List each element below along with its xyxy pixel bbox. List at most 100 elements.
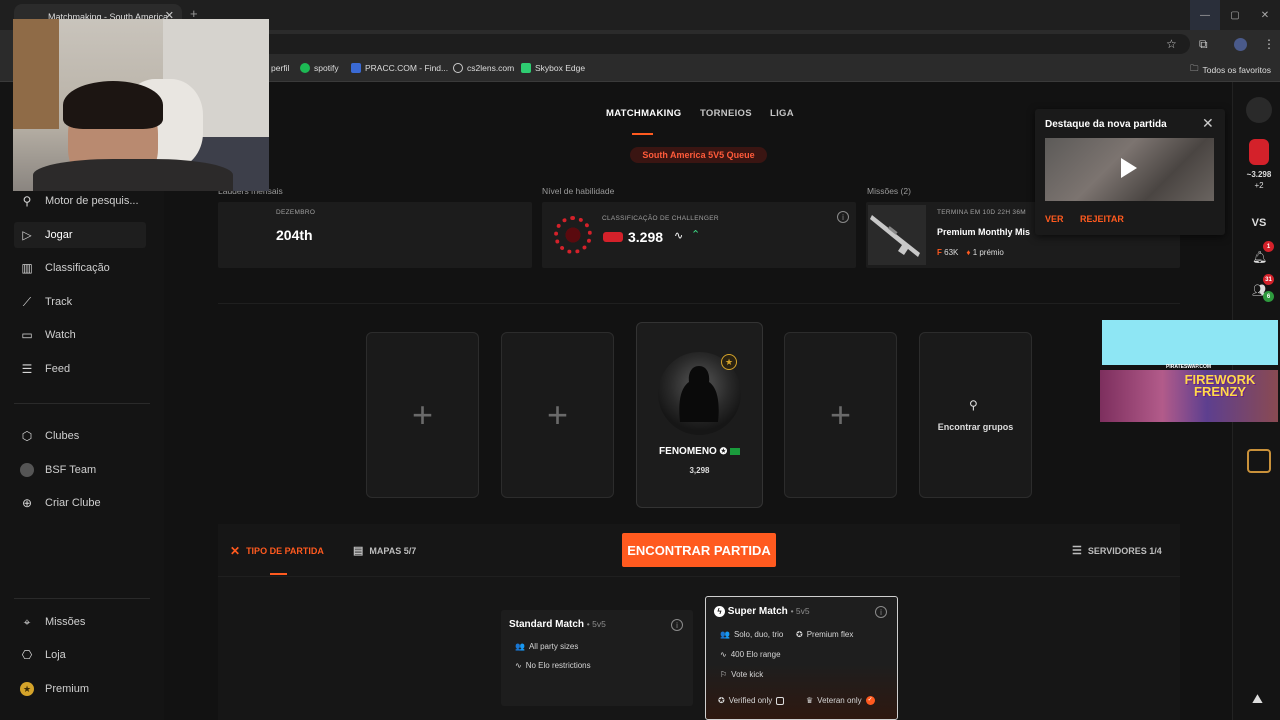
mission-ends: TERMINA EM 10D 22H 36M xyxy=(937,209,1026,216)
ad-banner[interactable] xyxy=(1102,320,1278,365)
bookmark-cs2lens[interactable]: cs2lens.com xyxy=(453,63,514,73)
bookmark-star-icon[interactable]: ☆ xyxy=(1166,37,1177,51)
skill-info-icon[interactable]: i xyxy=(837,211,849,223)
feed-icon: ☰ xyxy=(21,362,33,376)
ad-title: FIREWORK FRENZY xyxy=(1184,372,1256,399)
elo-up-icon: ⌃ xyxy=(691,229,701,241)
verified-only-toggle[interactable]: ✪ Verified only xyxy=(718,696,785,705)
tipo-tab-indicator xyxy=(270,573,287,575)
standard-match-title: Standard Match • 5v5 xyxy=(509,619,606,630)
party-slot-empty[interactable]: + xyxy=(501,332,614,498)
tab-mapas[interactable]: ▤ MAPAS 5/7 xyxy=(353,544,416,557)
skill-subtitle: CLASSIFICAÇÃO DE CHALLENGER xyxy=(602,215,719,222)
highlight-reject-button[interactable]: REJEITAR xyxy=(1080,214,1124,224)
clubs-icon: ⬡ xyxy=(21,429,33,443)
map-icon: ▤ xyxy=(353,545,364,557)
sidebar-item-missoes[interactable]: ⌖ Missões xyxy=(14,609,146,635)
party-slot-empty[interactable]: + xyxy=(366,332,479,498)
rail-elo: ~3.298 xyxy=(1246,170,1272,179)
address-input[interactable] xyxy=(232,34,1190,54)
sidebar-item-jogar[interactable]: ▷ Jogar xyxy=(14,222,146,248)
sidebar-item-classificacao[interactable]: ▥ Classificação xyxy=(14,255,146,281)
check-icon[interactable]: ✓ xyxy=(865,696,875,705)
veteran-only-toggle[interactable]: ♛ Veteran only ✓ xyxy=(806,696,875,705)
sidebar-divider xyxy=(14,598,150,599)
minimize-button[interactable]: — xyxy=(1190,0,1220,30)
highlight-view-button[interactable]: VER xyxy=(1045,214,1064,224)
sidebar-item-criar-clube[interactable]: ⊕ Criar Clube xyxy=(14,490,146,516)
close-icon[interactable]: ✕ xyxy=(1202,115,1214,132)
search-icon: ⚲ xyxy=(969,398,978,412)
all-favorites[interactable]: 🗀 Todos os favoritos xyxy=(1190,63,1271,77)
lightning-icon: ϟ xyxy=(714,606,725,617)
super-match-card[interactable]: ϟ Super Match • 5v5 i 👥 Solo, duo, trio ✪… xyxy=(705,596,898,720)
profile-avatar-icon[interactable] xyxy=(1234,38,1247,51)
match-panel-divider xyxy=(218,576,1180,577)
sidebar-item-feed[interactable]: ☰ Feed xyxy=(14,356,146,382)
section-divider xyxy=(218,303,1180,304)
mission-stats: F 63K ♦ 1 prémio xyxy=(937,248,1004,257)
find-match-button[interactable]: ENCONTRAR PARTIDA xyxy=(622,533,776,567)
sidebar-item-watch[interactable]: ▭ Watch xyxy=(14,322,146,348)
ad-brand: PIRATESWAP.COM xyxy=(1166,364,1212,370)
feature-item: ⚐ Vote kick xyxy=(720,670,764,679)
active-tab-indicator xyxy=(632,133,653,135)
queue-badge[interactable]: South America 5V5 Queue xyxy=(630,147,767,163)
points-icon: F xyxy=(937,248,942,257)
maximize-button[interactable]: ▢ xyxy=(1220,0,1250,30)
bookmark-perfil[interactable]: perfil xyxy=(271,63,289,73)
feature-item: 👥 All party sizes xyxy=(515,642,579,651)
menu-dots-icon[interactable]: ⋮ xyxy=(1263,37,1275,51)
elo-trend-icon: ∿ xyxy=(515,661,522,670)
play-icon[interactable] xyxy=(1121,158,1137,178)
skybox-icon xyxy=(521,63,531,73)
sidebar-item-clubes[interactable]: ⬡ Clubes xyxy=(14,423,146,449)
bookmark-spotify[interactable]: spotify xyxy=(300,63,339,73)
trend-icon: ⟋ xyxy=(22,294,32,309)
standard-match-card[interactable]: Standard Match • 5v5 i 👥 All party sizes … xyxy=(501,610,693,706)
ladder-month: DEZEMBRO xyxy=(276,209,316,216)
premium-star-icon: ★ xyxy=(20,682,34,696)
highlight-title: Destaque da nova partida xyxy=(1045,119,1167,130)
tab-liga[interactable]: LIGA xyxy=(770,108,794,119)
find-groups-button[interactable] xyxy=(919,332,1032,498)
crown-icon: ♛ xyxy=(806,696,814,705)
sidebar-item-bsf-team[interactable]: BSF Team xyxy=(14,457,146,483)
skill-label: Nível de habilidade xyxy=(542,186,615,196)
sidebar-item-premium[interactable]: ★ Premium xyxy=(14,676,146,702)
tab-servidores[interactable]: ☰ SERVIDORES 1/4 xyxy=(1072,544,1162,557)
extensions-icon[interactable]: ⧉ xyxy=(1199,37,1208,52)
plus-circle-icon: ⊕ xyxy=(21,496,33,510)
standard-info-icon[interactable]: i xyxy=(671,619,683,631)
chip-icon[interactable] xyxy=(1247,449,1271,473)
folder-icon: 🗀 xyxy=(1190,63,1199,73)
tab-matchmaking[interactable]: MATCHMAKING xyxy=(606,108,681,119)
crossed-swords-icon: ✕ xyxy=(230,544,241,558)
vs-button[interactable]: VS xyxy=(1238,217,1280,229)
bell-icon[interactable]: 🔔︎ xyxy=(1252,250,1267,264)
sidebar-item-search[interactable]: ⚲ Motor de pesquis... xyxy=(14,188,146,214)
super-match-title: ϟ Super Match • 5v5 xyxy=(714,606,810,617)
pracc-icon xyxy=(351,63,361,73)
checkbox-icon[interactable] xyxy=(776,696,785,705)
sidebar-item-track[interactable]: ⟋ Track xyxy=(14,289,146,315)
shop-icon: ⎔ xyxy=(21,648,33,662)
ladder-card[interactable] xyxy=(218,202,532,268)
bookmark-skybox[interactable]: Skybox Edge xyxy=(521,63,585,73)
close-window-button[interactable]: ✕ xyxy=(1250,0,1280,30)
faceit-logo-icon[interactable]: ⛰ xyxy=(1252,691,1263,707)
super-info-icon[interactable]: i xyxy=(875,606,887,618)
tab-tipo-partida[interactable]: ✕ TIPO DE PARTIDA xyxy=(230,544,324,558)
missions-icon: ⌖ xyxy=(23,614,31,629)
party-slot-empty[interactable]: + xyxy=(784,332,897,498)
ladder-rank: 204th xyxy=(276,227,313,243)
rail-elo-delta: +2 xyxy=(1254,181,1264,190)
webcam-overlay xyxy=(13,19,269,191)
skill-level-icon xyxy=(554,216,592,254)
globe-icon xyxy=(453,63,463,73)
user-avatar[interactable] xyxy=(1246,97,1272,123)
bookmark-pracc[interactable]: PRACC.COM - Find... xyxy=(351,63,448,73)
sidebar-item-loja[interactable]: ⎔ Loja xyxy=(14,642,146,668)
feature-item: 👥 Solo, duo, trio xyxy=(720,630,784,639)
tab-torneios[interactable]: TORNEIOS xyxy=(700,108,752,119)
